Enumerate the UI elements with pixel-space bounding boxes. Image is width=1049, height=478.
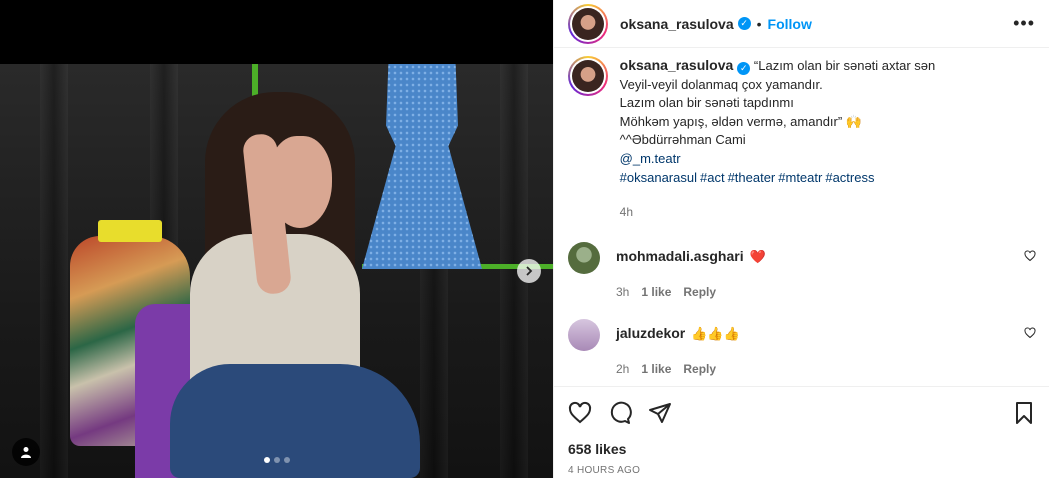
comment-text: 👍👍👍 — [691, 325, 740, 341]
comments-scroll-area[interactable]: oksana_rasulova ✓ “Lazım olan bir sənəti … — [554, 56, 1049, 384]
carousel-dot — [264, 457, 270, 463]
like-comment-icon[interactable] — [1024, 250, 1036, 262]
hanging-dress — [362, 64, 482, 269]
caption: oksana_rasulova ✓ “Lazım olan bir sənəti … — [568, 56, 1036, 222]
caption-username[interactable]: oksana_rasulova — [620, 57, 734, 73]
comment-item: mohmadali.asghari ❤️ 3h 1 like Reply — [568, 241, 1036, 299]
like-count[interactable]: 658 likes — [568, 441, 1036, 457]
caption-line: Möhkəm yapış, əldən vermə, amandır” 🙌 — [619, 113, 862, 129]
post-timestamp[interactable]: 4 HOURS AGO — [568, 465, 1036, 476]
instagram-post-modal: oksana_rasulova ✓ • Follow ••• oksana_ra… — [0, 0, 1049, 478]
commenter-avatar[interactable] — [568, 318, 600, 351]
comment-timestamp[interactable]: 3h — [616, 285, 629, 299]
comment-text: ❤️ — [749, 248, 766, 264]
caption-line: “Lazım olan bir sənəti axtar sən — [753, 58, 936, 73]
comment-likes[interactable]: 1 like — [641, 285, 671, 299]
follow-button[interactable]: Follow — [768, 16, 812, 32]
caption-timestamp[interactable]: 4h — [620, 203, 1036, 222]
separator-dot: • — [756, 15, 762, 32]
caption-line: Veyil-veyil dolanmaq çox yamandır. — [619, 76, 823, 92]
like-comment-icon[interactable] — [1024, 327, 1036, 339]
user-icon — [21, 447, 31, 458]
caption-line: Lazım olan bir sənəti tapdınmı — [619, 95, 794, 111]
carousel-dot — [274, 457, 280, 463]
hashtag-list: #oksanarasul #act #theater #mteatr #actress — [620, 169, 1036, 188]
comment-bubble-icon[interactable] — [608, 401, 632, 425]
commenter-username[interactable]: mohmadali.asghari — [616, 248, 744, 264]
tagged-users-button[interactable] — [12, 438, 40, 466]
hashtag-link[interactable]: #act — [700, 170, 725, 185]
post-actions: 658 likes 4 HOURS AGO — [554, 386, 1049, 476]
comment-timestamp[interactable]: 2h — [616, 362, 629, 376]
verified-badge-icon: ✓ — [737, 17, 751, 30]
bookmark-icon[interactable] — [1012, 401, 1036, 425]
more-options-icon[interactable]: ••• — [1013, 13, 1035, 34]
caption-avatar[interactable] — [568, 56, 608, 96]
share-send-icon[interactable] — [648, 401, 672, 425]
hashtag-link[interactable]: #mteatr — [778, 170, 822, 185]
reply-button[interactable]: Reply — [683, 285, 716, 299]
carousel-dot — [284, 457, 290, 463]
hashtag-link[interactable]: #oksanarasul — [620, 170, 697, 185]
carousel-indicator — [264, 457, 290, 463]
hashtag-link[interactable]: #theater — [728, 170, 776, 185]
commenter-avatar[interactable] — [568, 241, 600, 274]
caption-line: ^^Əbdürrəhman Cami — [619, 132, 746, 148]
like-heart-icon[interactable] — [568, 401, 592, 425]
post-details-panel: oksana_rasulova ✓ • Follow ••• oksana_ra… — [553, 0, 1049, 478]
next-slide-button[interactable] — [517, 259, 541, 283]
verified-badge-icon: ✓ — [737, 61, 751, 75]
reply-button[interactable]: Reply — [683, 362, 716, 376]
commenter-username[interactable]: jaluzdekor — [616, 325, 685, 341]
mention-link[interactable]: @_m.teatr — [620, 150, 1036, 169]
hashtag-link[interactable]: #actress — [825, 170, 874, 185]
post-media[interactable] — [0, 0, 553, 478]
chevron-right-icon — [526, 266, 533, 276]
author-avatar[interactable] — [568, 3, 608, 44]
comment-likes[interactable]: 1 like — [641, 362, 671, 376]
post-header: oksana_rasulova ✓ • Follow ••• — [554, 0, 1049, 48]
author-username[interactable]: oksana_rasulova — [620, 16, 734, 32]
comment-item: jaluzdekor 👍👍👍 2h 1 like Reply — [568, 318, 1036, 376]
post-photo — [0, 64, 553, 478]
